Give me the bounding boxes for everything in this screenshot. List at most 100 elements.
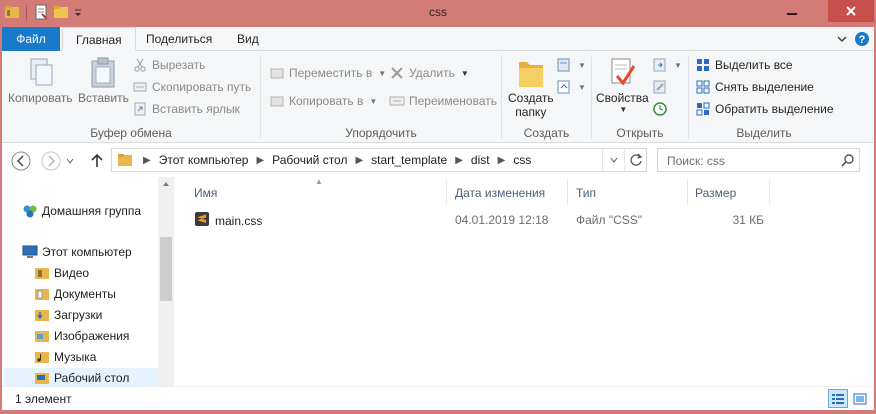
- column-header-name[interactable]: Имя: [194, 182, 217, 204]
- forward-button[interactable]: [40, 150, 62, 172]
- chevron-down-icon: [66, 158, 74, 164]
- pictures-folder-icon: [34, 328, 50, 344]
- nav-item-this-pc[interactable]: Этот компьютер: [22, 242, 132, 262]
- history-button[interactable]: [652, 99, 668, 119]
- breadcrumb-css[interactable]: css: [513, 153, 531, 167]
- copy-path-icon: [132, 79, 148, 95]
- help-icon[interactable]: ?: [854, 31, 870, 50]
- invert-selection-button[interactable]: Обратить выделение: [695, 99, 834, 119]
- main-area: Домашняя группа Этот компьютер Видео Док…: [2, 177, 874, 388]
- table-row[interactable]: main.css 04.01.2019 12:18 Файл "CSS" 31 …: [192, 209, 772, 231]
- nav-item-videos[interactable]: Видео: [34, 263, 89, 283]
- breadcrumb-start-template[interactable]: start_template: [371, 153, 447, 167]
- column-separator[interactable]: [769, 179, 770, 205]
- clipboard-group-label: Буфер обмена: [90, 126, 172, 140]
- breadcrumb: Этот компьютер ▶ Рабочий стол ▶ start_temp…: [159, 153, 532, 167]
- new-group: Создать папку ▼ ▼ Создать: [502, 51, 591, 143]
- details-view-button[interactable]: [828, 389, 848, 408]
- open-button[interactable]: ▼: [652, 55, 682, 75]
- paste-shortcut-button[interactable]: Вставить ярлык: [132, 99, 240, 119]
- nav-item-desktop[interactable]: Рабочий стол: [4, 368, 158, 388]
- svg-text:?: ?: [859, 34, 866, 46]
- delete-button[interactable]: Удалить ▼: [389, 63, 469, 83]
- scroll-up-icon[interactable]: [158, 177, 174, 191]
- refresh-icon: [629, 153, 642, 166]
- file-date: 04.01.2019 12:18: [455, 213, 549, 227]
- item-count: 1 элемент: [15, 392, 72, 406]
- paste-shortcut-icon: [132, 101, 148, 117]
- address-bar[interactable]: ▶ Этот компьютер ▶ Рабочий стол ▶ start_te…: [111, 148, 647, 172]
- back-button[interactable]: [10, 150, 32, 172]
- nav-item-homegroup[interactable]: Домашняя группа: [22, 201, 141, 221]
- column-separator[interactable]: [446, 179, 447, 205]
- homegroup-icon: [22, 203, 38, 219]
- nav-item-downloads[interactable]: Загрузки: [34, 305, 102, 325]
- breadcrumb-dist[interactable]: dist: [471, 153, 490, 167]
- expand-ribbon-icon[interactable]: [836, 33, 848, 48]
- large-icons-view-icon: [853, 393, 867, 404]
- nav-item-documents[interactable]: Документы: [34, 284, 116, 304]
- tab-view[interactable]: Вид: [224, 27, 272, 51]
- back-arrow-icon: [11, 151, 31, 171]
- move-to-button[interactable]: Переместить в ▼: [269, 63, 386, 83]
- edit-button[interactable]: [652, 77, 668, 97]
- column-header-size[interactable]: Размер: [695, 182, 736, 204]
- delete-x-icon: [389, 65, 405, 81]
- recent-locations-button[interactable]: [64, 150, 76, 172]
- select-none-button[interactable]: Снять выделение: [695, 77, 814, 97]
- ribbon: Копировать Вставить Вырезать Скопировать…: [2, 51, 874, 143]
- paste-button[interactable]: Вставить: [78, 55, 129, 105]
- copy-to-button[interactable]: Копировать в ▼: [269, 91, 377, 111]
- copy-icon: [23, 55, 57, 91]
- close-icon: [846, 6, 856, 16]
- organize-group-label: Упорядочить: [345, 126, 417, 140]
- refresh-button[interactable]: [624, 149, 646, 171]
- folder-icon: [117, 152, 133, 168]
- status-bar: 1 элемент: [2, 386, 874, 410]
- copy-button[interactable]: Копировать: [8, 55, 73, 105]
- breadcrumb-separator-icon[interactable]: ▶: [256, 155, 264, 166]
- tab-home[interactable]: Главная: [62, 27, 136, 52]
- close-button[interactable]: [828, 0, 874, 22]
- tab-file[interactable]: Файл: [2, 27, 60, 51]
- breadcrumb-separator-icon[interactable]: ▶: [143, 155, 151, 166]
- easy-access-button[interactable]: ▼: [556, 77, 586, 97]
- search-placeholder: Поиск: css: [667, 154, 725, 168]
- minimize-button[interactable]: [778, 0, 806, 22]
- window-title: css: [429, 5, 447, 19]
- address-history-button[interactable]: [602, 149, 624, 171]
- cut-button[interactable]: Вырезать: [132, 55, 205, 75]
- breadcrumb-desktop[interactable]: Рабочий стол: [272, 153, 347, 167]
- breadcrumb-this-pc[interactable]: Этот компьютер: [159, 153, 249, 167]
- large-icons-view-button[interactable]: [850, 389, 870, 408]
- select-none-icon: [695, 79, 711, 95]
- tab-share[interactable]: Поделиться: [133, 27, 225, 51]
- search-icon[interactable]: [841, 153, 855, 170]
- new-item-button[interactable]: ▼: [556, 55, 586, 75]
- select-all-icon: [695, 57, 711, 73]
- select-all-button[interactable]: Выделить все: [695, 55, 793, 75]
- column-separator[interactable]: [687, 179, 688, 205]
- clipboard-group: Копировать Вставить Вырезать Скопировать…: [2, 51, 260, 143]
- move-folder-icon: [269, 65, 285, 81]
- history-icon: [652, 101, 668, 117]
- column-separator[interactable]: [567, 179, 568, 205]
- breadcrumb-separator-icon[interactable]: ▶: [455, 155, 463, 166]
- forward-arrow-icon: [41, 151, 61, 171]
- properties-button[interactable]: Свойства ▼: [596, 55, 649, 114]
- breadcrumb-separator-icon[interactable]: ▶: [498, 155, 506, 166]
- nav-item-music[interactable]: Музыка: [34, 347, 96, 367]
- minimize-icon: [787, 13, 797, 15]
- rename-button[interactable]: Переименовать: [389, 91, 497, 111]
- column-header-type[interactable]: Тип: [576, 182, 596, 204]
- copy-folder-icon: [269, 93, 285, 109]
- breadcrumb-separator-icon[interactable]: ▶: [355, 155, 363, 166]
- nav-item-pictures[interactable]: Изображения: [34, 326, 129, 346]
- copy-path-button[interactable]: Скопировать путь: [132, 77, 251, 97]
- column-header-date[interactable]: Дата изменения: [455, 182, 545, 204]
- nav-scrollbar-thumb[interactable]: [160, 237, 172, 301]
- new-folder-button[interactable]: Создать папку: [508, 55, 554, 119]
- up-button[interactable]: [86, 150, 108, 172]
- view-switcher: [828, 389, 870, 408]
- search-input[interactable]: Поиск: css: [657, 148, 860, 172]
